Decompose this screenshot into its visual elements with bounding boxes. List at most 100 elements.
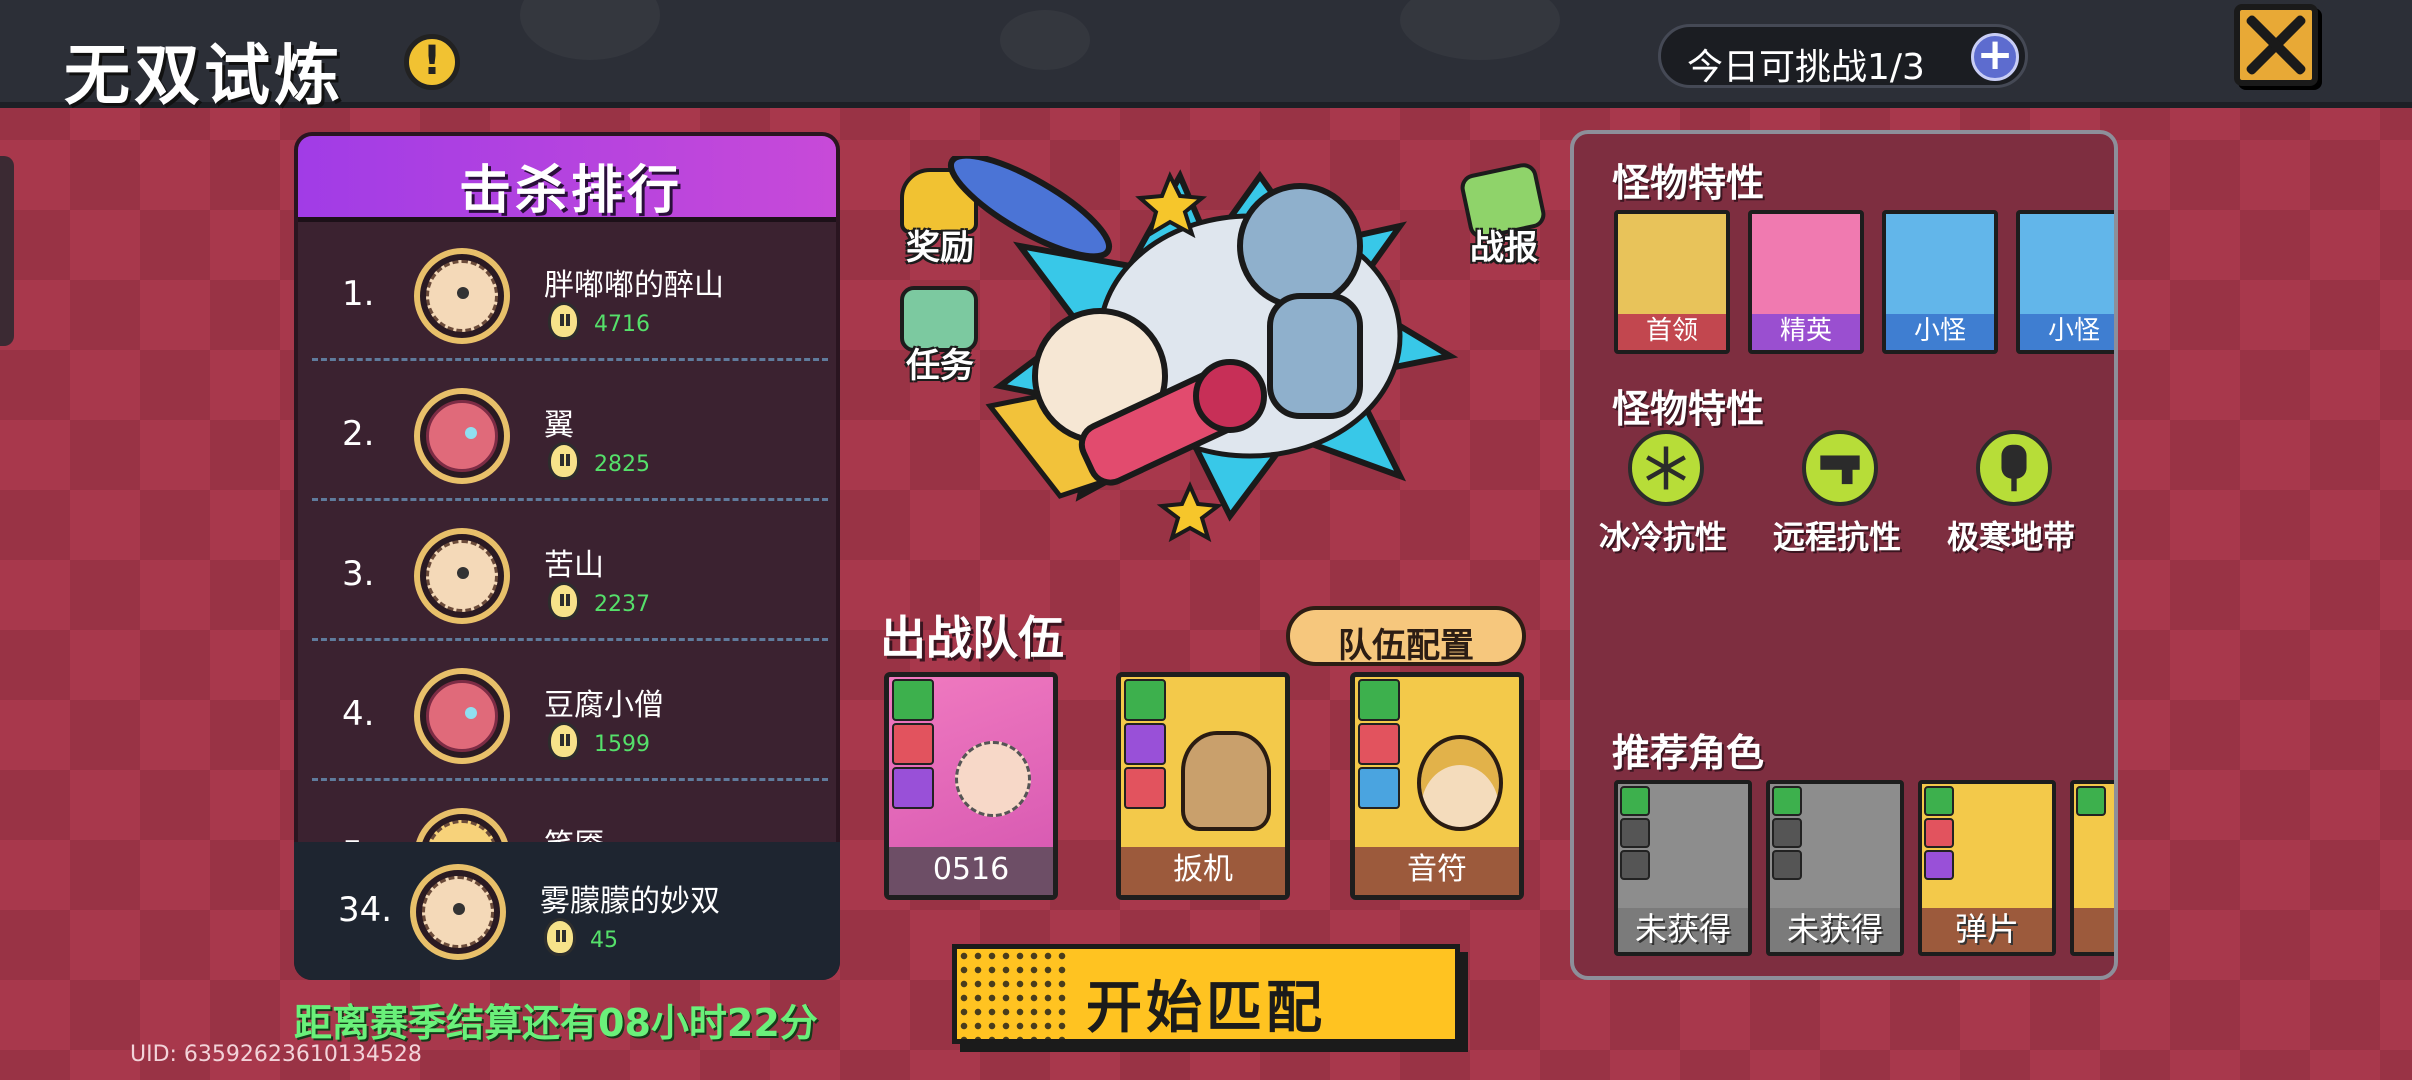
skull-icon <box>548 442 580 480</box>
attack-up-icon <box>1358 723 1400 765</box>
avatar <box>414 388 510 484</box>
player-name: 胖嘟嘟的醉山 <box>544 268 724 303</box>
skull-icon <box>548 722 580 760</box>
snowflake-icon <box>1628 430 1704 506</box>
wings-icon <box>1124 679 1166 721</box>
monster-tag: 首领 <box>1618 314 1726 350</box>
monster-card[interactable]: 首领 <box>1614 210 1730 354</box>
close-button[interactable] <box>2234 4 2318 86</box>
team-member-name: 扳机 <box>1121 847 1285 895</box>
popsicle-icon <box>1976 430 2052 506</box>
trait-item[interactable]: 极寒地带 <box>1936 430 2086 560</box>
rank-number: 4. <box>342 694 375 734</box>
team-member-name: 音符 <box>1355 847 1519 895</box>
my-player-name: 雾朦朦的妙双 <box>540 884 720 919</box>
kill-count: 4716 <box>594 312 650 337</box>
recommended-character-card[interactable]: 未获得 <box>1766 780 1904 956</box>
bg-decoration <box>1000 10 1090 70</box>
challenge-count-text: 今日可挑战1/3 <box>1687 47 1925 88</box>
team-config-button[interactable]: 队伍配置 <box>1286 606 1526 666</box>
monster-portrait <box>2020 214 2114 318</box>
uid-label: UID: 63592623610134528 <box>130 1042 422 1067</box>
recommended-character-card[interactable]: 弹片 <box>1918 780 2056 956</box>
monster-tag: 精英 <box>1752 314 1860 350</box>
divider <box>312 498 828 501</box>
monster-info-panel: 怪物特性 首领 精英 小怪 小怪 怪物特性 冰冷抗性 远程抗性 极寒地带 推荐角… <box>1570 130 2118 980</box>
kill-count: 1599 <box>594 732 650 757</box>
wings-icon <box>2076 786 2106 816</box>
ranking-title: 击杀排行 <box>458 161 683 221</box>
sparkle-icon <box>1124 723 1166 765</box>
mode-illustration <box>947 156 1459 543</box>
fire-icon <box>1124 767 1166 809</box>
monster-card[interactable]: 小怪 <box>1882 210 1998 354</box>
monster-card[interactable]: 精英 <box>1748 210 1864 354</box>
attack-up-icon <box>892 723 934 765</box>
skull-icon <box>548 582 580 620</box>
rocket-icon <box>1772 786 1802 816</box>
trait-item[interactable]: 远程抗性 <box>1762 430 1912 560</box>
my-kill-count: 45 <box>590 928 618 953</box>
ranking-row[interactable]: 4. 豆腐小僧 1599 <box>312 646 828 786</box>
trait-label: 冰冷抗性 <box>1598 518 1727 556</box>
ranking-row[interactable]: 1. 胖嘟嘟的醉山 4716 <box>312 226 828 366</box>
lightning-icon <box>1772 850 1802 880</box>
team-member-card[interactable]: 0516 <box>884 672 1058 900</box>
info-icon[interactable]: ! <box>404 34 460 90</box>
divider <box>312 778 828 781</box>
ranking-row[interactable]: 2. 翼 2825 <box>312 366 828 506</box>
ranking-header: 击杀排行 <box>298 136 836 222</box>
lightning-icon <box>1924 850 1954 880</box>
skull-icon <box>548 302 580 340</box>
monster-card[interactable]: 小怪 <box>2016 210 2114 354</box>
wings-icon <box>1924 786 1954 816</box>
player-name: 苦山 <box>544 548 604 583</box>
kill-count: 2237 <box>594 592 650 617</box>
team-member-card[interactable]: 扳机 <box>1116 672 1290 900</box>
recommended-character-name: 未获得 <box>1770 908 1900 952</box>
attack-up-icon <box>1924 818 1954 848</box>
trait-item[interactable]: 冰冷抗性 <box>1588 430 1738 560</box>
battle-report-button[interactable]: 战报 <box>1454 160 1554 268</box>
add-challenge-icon[interactable]: + <box>1971 33 2019 81</box>
bg-decoration <box>1400 0 1560 60</box>
battle-report-label: 战报 <box>1470 228 1538 268</box>
gun-icon <box>1802 430 1878 506</box>
monster-tag: 小怪 <box>2020 314 2114 350</box>
start-match-button[interactable]: 开始匹配 <box>952 944 1460 1044</box>
bg-decoration <box>520 0 660 60</box>
my-rank-number: 34. <box>338 890 393 930</box>
skull-icon <box>544 918 576 956</box>
monster-portrait <box>1618 214 1726 318</box>
rank-number: 1. <box>342 274 375 314</box>
avatar <box>414 248 510 344</box>
side-drawer-handle[interactable] <box>0 156 14 346</box>
start-match-label: 开始匹配 <box>1086 976 1326 1041</box>
player-name: 豆腐小僧 <box>544 688 664 723</box>
avatar <box>414 528 510 624</box>
rank-number: 2. <box>342 414 375 454</box>
rocket-icon <box>892 679 934 721</box>
monster-portrait <box>1752 214 1860 318</box>
rocket-icon <box>1620 786 1650 816</box>
ranking-row[interactable]: 3. 苦山 2237 <box>312 506 828 646</box>
monster-section-title: 怪物特性 <box>1612 161 1765 205</box>
my-ranking-entry: 34. 雾朦朦的妙双 45 <box>308 842 824 982</box>
lightning-icon <box>1620 850 1650 880</box>
team-member-card[interactable]: 音符 <box>1350 672 1524 900</box>
monster-portrait <box>1886 214 1994 318</box>
recommended-character-card[interactable]: 川 <box>2070 780 2114 956</box>
top-bar <box>0 0 2412 108</box>
recommended-character-name: 弹片 <box>1922 908 2052 952</box>
attack-up-icon <box>1620 818 1650 848</box>
my-ranking-row[interactable]: 34. 雾朦朦的妙双 45 <box>294 842 840 980</box>
trait-label: 极寒地带 <box>1946 518 2075 556</box>
monster-tag: 小怪 <box>1886 314 1994 350</box>
character-portrait <box>935 711 1045 851</box>
wings-icon <box>1358 679 1400 721</box>
rank-number: 3. <box>342 554 375 594</box>
recommended-character-card[interactable]: 未获得 <box>1614 780 1752 956</box>
team-title: 出战队伍 <box>880 611 1064 665</box>
trait-section-title: 怪物特性 <box>1612 387 1765 431</box>
avatar <box>414 668 510 764</box>
